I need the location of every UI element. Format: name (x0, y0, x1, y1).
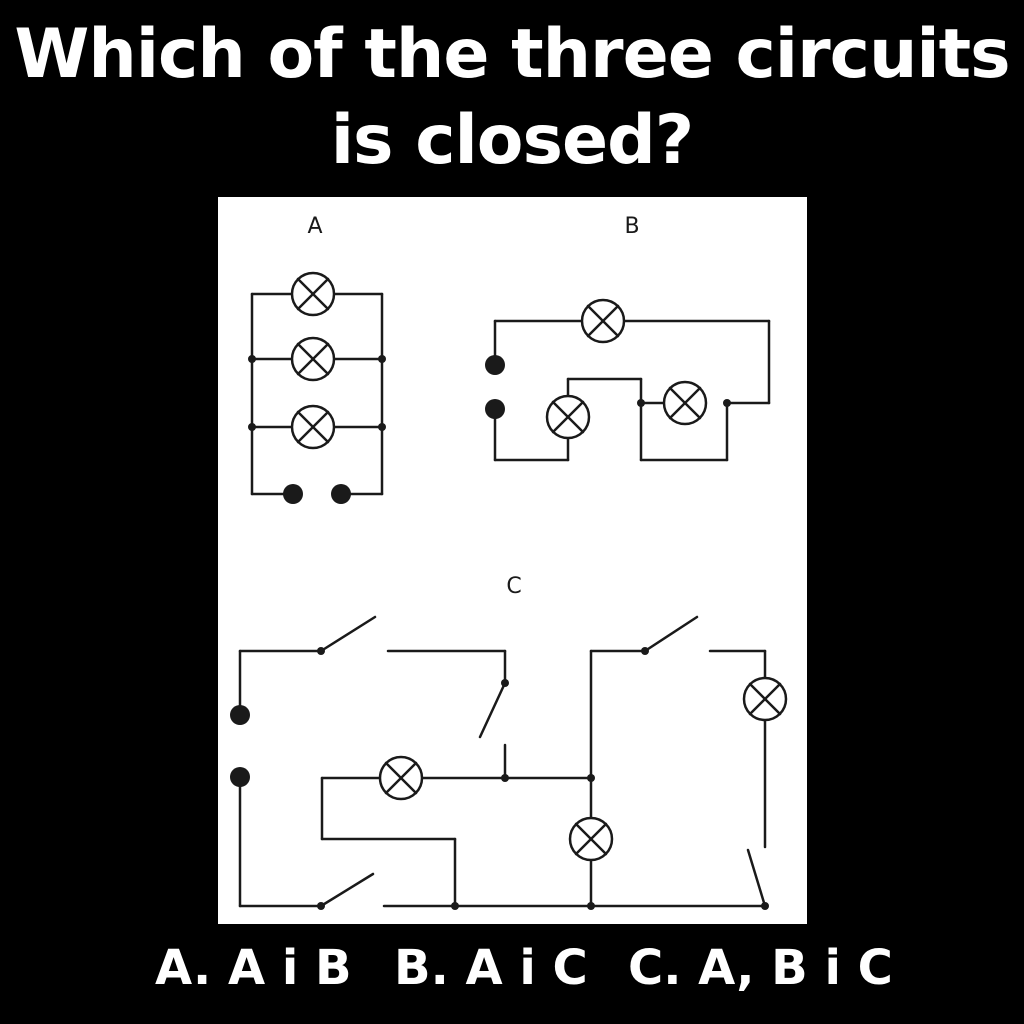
lamp-icon (662, 380, 708, 426)
lamp-icon (290, 404, 336, 450)
question-title: Which of the three circuits is closed? (0, 12, 1024, 184)
circuit-c-label: C (506, 574, 521, 599)
circuits-figure: A B C (218, 197, 807, 924)
lamp-icon (290, 271, 336, 317)
question-line-2: is closed? (330, 101, 695, 180)
answer-options: A. A i B B. A i C C. A, B i C (0, 940, 1024, 1004)
battery-terminals-icon (230, 705, 250, 787)
circuit-c (230, 615, 788, 910)
lamp-icon (545, 394, 591, 440)
lamp-icon (290, 336, 336, 382)
lamp-icon (378, 755, 424, 801)
battery-terminals-icon (485, 355, 505, 419)
answer-option-b[interactable]: B. A i C (394, 940, 588, 996)
battery-terminals-icon (283, 484, 351, 504)
lamp-icon (580, 298, 626, 344)
lamp-icon (568, 816, 614, 862)
question-line-1: Which of the three circuits (14, 15, 1010, 94)
circuit-a (248, 271, 386, 504)
circuit-a-label: A (307, 214, 322, 239)
answer-option-c[interactable]: C. A, B i C (628, 940, 893, 996)
circuit-b-label: B (624, 214, 639, 239)
answer-option-a[interactable]: A. A i B (155, 940, 352, 996)
circuit-b (485, 298, 771, 462)
lamp-icon (742, 676, 788, 722)
circuit-diagrams: A B C (230, 214, 788, 910)
